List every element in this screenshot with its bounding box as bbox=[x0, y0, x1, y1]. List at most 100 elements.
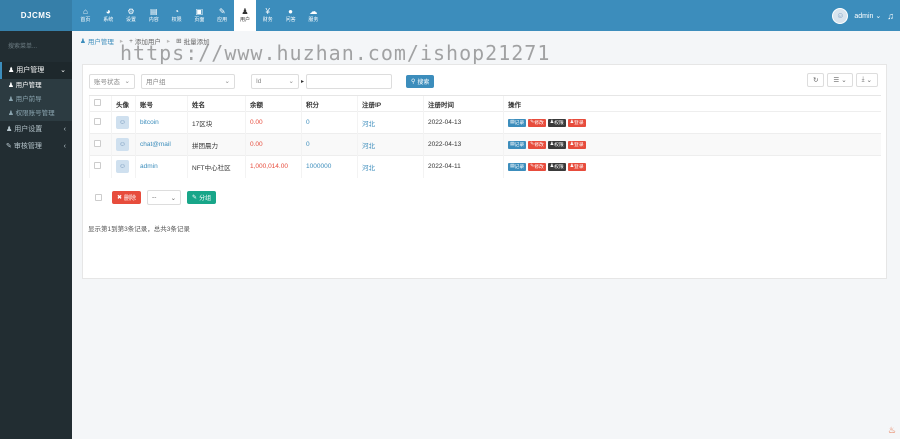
account-link[interactable]: admin bbox=[140, 163, 158, 170]
export-button[interactable]: ⤓ ⌄ bbox=[855, 73, 878, 87]
column-header[interactable]: 注册IP bbox=[357, 95, 424, 112]
account-link[interactable]: bitcoin bbox=[140, 119, 159, 126]
sidebar-item-0[interactable]: ♟ 用户管理 bbox=[0, 79, 72, 93]
row-select-cell bbox=[89, 155, 112, 178]
column-header[interactable]: 账号 bbox=[135, 95, 188, 112]
field-select[interactable]: Id ⌄ bbox=[251, 73, 299, 89]
download-icon: ⤓ bbox=[861, 76, 865, 83]
sidebar-item-1[interactable]: ♟ 用户前导 bbox=[0, 93, 72, 107]
sidebar-item-label: 权限账号管理 bbox=[15, 110, 55, 117]
topnav-item-1[interactable]: ◕ 系统 bbox=[97, 0, 120, 31]
column-header[interactable]: 积分 bbox=[301, 95, 358, 112]
topnav-item-9[interactable]: ● 问答 bbox=[279, 0, 302, 31]
login-button[interactable]: ♟ 登录 bbox=[567, 162, 586, 171]
topnav-item-6[interactable]: ✎ 应用 bbox=[211, 0, 234, 31]
topnav-icon: ● bbox=[288, 7, 293, 16]
topnav-item-7[interactable]: ♟ 用户 bbox=[233, 0, 257, 31]
sidebar-group-label: 审核管理 bbox=[13, 143, 42, 150]
permission-button[interactable]: ♟ 权限 bbox=[547, 162, 566, 171]
balance-cell: 0.00 bbox=[245, 133, 302, 156]
status-select[interactable]: 账号状态 ⌄ bbox=[89, 73, 135, 89]
refresh-button[interactable]: ↻ bbox=[806, 73, 825, 87]
ip-cell: 河北 bbox=[357, 133, 424, 156]
ip-link[interactable]: 河北 bbox=[362, 143, 375, 150]
user-icon: ♟ bbox=[80, 38, 86, 45]
record-button[interactable]: ▤ 记录 bbox=[508, 118, 527, 127]
topnav-item-0[interactable]: ⌂ 首页 bbox=[74, 0, 97, 31]
avatar-cell: ☺ bbox=[111, 111, 136, 134]
points-value[interactable]: 0 bbox=[306, 141, 310, 148]
column-header[interactable]: 头像 bbox=[111, 95, 136, 112]
column-header[interactable]: 操作 bbox=[503, 95, 881, 112]
chevron-down-icon: ⌄ bbox=[60, 67, 66, 74]
select-all-checkbox[interactable] bbox=[94, 99, 101, 106]
user-avatar-icon[interactable]: ☺ bbox=[832, 7, 849, 24]
select-all-bottom-checkbox[interactable] bbox=[95, 194, 102, 201]
page-tabs: ♟ 用户管理 ▸ + 添加用户 ▸ ⊞ 批量添加 bbox=[80, 34, 210, 48]
bell-icon[interactable]: ♫ bbox=[887, 11, 894, 21]
plus-square-icon: ⊞ bbox=[176, 38, 182, 45]
topnav-item-8[interactable]: ¥ 财务 bbox=[256, 0, 279, 31]
row-checkbox[interactable] bbox=[94, 162, 101, 170]
permission-button[interactable]: ♟ 权限 bbox=[547, 140, 566, 149]
column-header[interactable]: 注册时间 bbox=[423, 95, 504, 112]
usergroup-select[interactable]: 用户组 ⌄ bbox=[141, 73, 235, 89]
search-button[interactable]: ⚲ 搜索 bbox=[406, 74, 435, 88]
more-actions-select[interactable]: -- ⌄ bbox=[147, 190, 182, 205]
topnav-item-3[interactable]: ▤ 内容 bbox=[142, 0, 165, 31]
balance-value: 0.00 bbox=[250, 119, 263, 126]
login-button[interactable]: ♟ 登录 bbox=[567, 140, 586, 149]
apply-group-button[interactable]: ✎ 分组 bbox=[187, 191, 217, 204]
sidebar-group-0[interactable]: ♟ 用户管理 ⌄ bbox=[0, 62, 72, 79]
fire-icon[interactable]: ♨ bbox=[888, 425, 896, 436]
topnav-item-2[interactable]: ⚙ 设置 bbox=[120, 0, 143, 31]
record-button[interactable]: ▤ 记录 bbox=[508, 162, 527, 171]
delete-button[interactable]: ✖ 删除 bbox=[112, 191, 142, 204]
sidebar-group-icon: ✎ bbox=[6, 143, 12, 150]
account-cell[interactable]: admin bbox=[135, 155, 188, 178]
search-input[interactable] bbox=[306, 73, 393, 89]
permission-button[interactable]: ♟ 权限 bbox=[547, 118, 566, 127]
sidebar-item-2[interactable]: ♟ 权限账号管理 bbox=[0, 107, 72, 121]
sidebar-group-2[interactable]: ✎ 审核管理 ‹ bbox=[0, 138, 72, 155]
tab-add-user[interactable]: + 添加用户 bbox=[129, 36, 161, 47]
ip-link[interactable]: 河北 bbox=[362, 121, 375, 128]
tab-separator: ▸ bbox=[166, 38, 171, 45]
row-checkbox[interactable] bbox=[94, 118, 101, 125]
date-cell: 2022-04-13 bbox=[423, 111, 504, 134]
chevron-left-icon: ‹ bbox=[63, 143, 66, 150]
account-cell[interactable]: chat@mail bbox=[135, 133, 188, 156]
user-icon: ♟ bbox=[8, 110, 14, 117]
balance-cell: 1,000,014.00 bbox=[245, 155, 302, 178]
row-checkbox[interactable] bbox=[94, 140, 101, 147]
login-button[interactable]: ♟ 登录 bbox=[567, 118, 586, 127]
edit-button[interactable]: ✎ 修改 bbox=[528, 162, 546, 171]
topnav-icon: ☁ bbox=[309, 7, 318, 16]
sidebar-group-1[interactable]: ♟ 用户设置 ‹ bbox=[0, 121, 72, 138]
topnav-item-4[interactable]: ◔ 权限 bbox=[165, 0, 188, 31]
record-button[interactable]: ▤ 记录 bbox=[508, 140, 527, 149]
topnav-item-5[interactable]: ▣ 页面 bbox=[188, 0, 211, 31]
filter-bar: 账号状态 ⌄ 用户组 ⌄ Id ⌄ ▸ ⚲ 搜索 bbox=[89, 73, 435, 89]
username-dropdown[interactable]: admin ⌄ bbox=[854, 12, 881, 20]
tab-user-management[interactable]: ♟ 用户管理 bbox=[80, 36, 114, 46]
column-header[interactable]: 姓名 bbox=[187, 95, 246, 112]
app-logo[interactable]: DJCMS bbox=[0, 0, 72, 31]
points-value[interactable]: 0 bbox=[306, 119, 310, 126]
ip-link[interactable]: 河北 bbox=[362, 165, 375, 172]
account-cell[interactable]: bitcoin bbox=[135, 111, 188, 134]
tab-batch-add[interactable]: ⊞ 批量添加 bbox=[176, 36, 209, 46]
points-value[interactable]: 1000000 bbox=[306, 163, 331, 170]
account-link[interactable]: chat@mail bbox=[140, 141, 171, 148]
avatar-cell: ☺ bbox=[111, 133, 136, 156]
refresh-icon: ↻ bbox=[812, 77, 819, 84]
points-cell: 0 bbox=[301, 133, 358, 156]
edit-button[interactable]: ✎ 修改 bbox=[528, 140, 546, 149]
topnav-item-10[interactable]: ☁ 服务 bbox=[302, 0, 325, 31]
edit-button[interactable]: ✎ 修改 bbox=[528, 118, 546, 127]
topnav-icon: ◕ bbox=[105, 7, 111, 16]
sidebar-search[interactable]: 搜索菜单... bbox=[4, 35, 68, 57]
topnav-icon: ▣ bbox=[195, 7, 204, 16]
columns-button[interactable]: ☰ ⌄ bbox=[827, 73, 853, 87]
column-header[interactable]: 余额 bbox=[245, 95, 302, 112]
